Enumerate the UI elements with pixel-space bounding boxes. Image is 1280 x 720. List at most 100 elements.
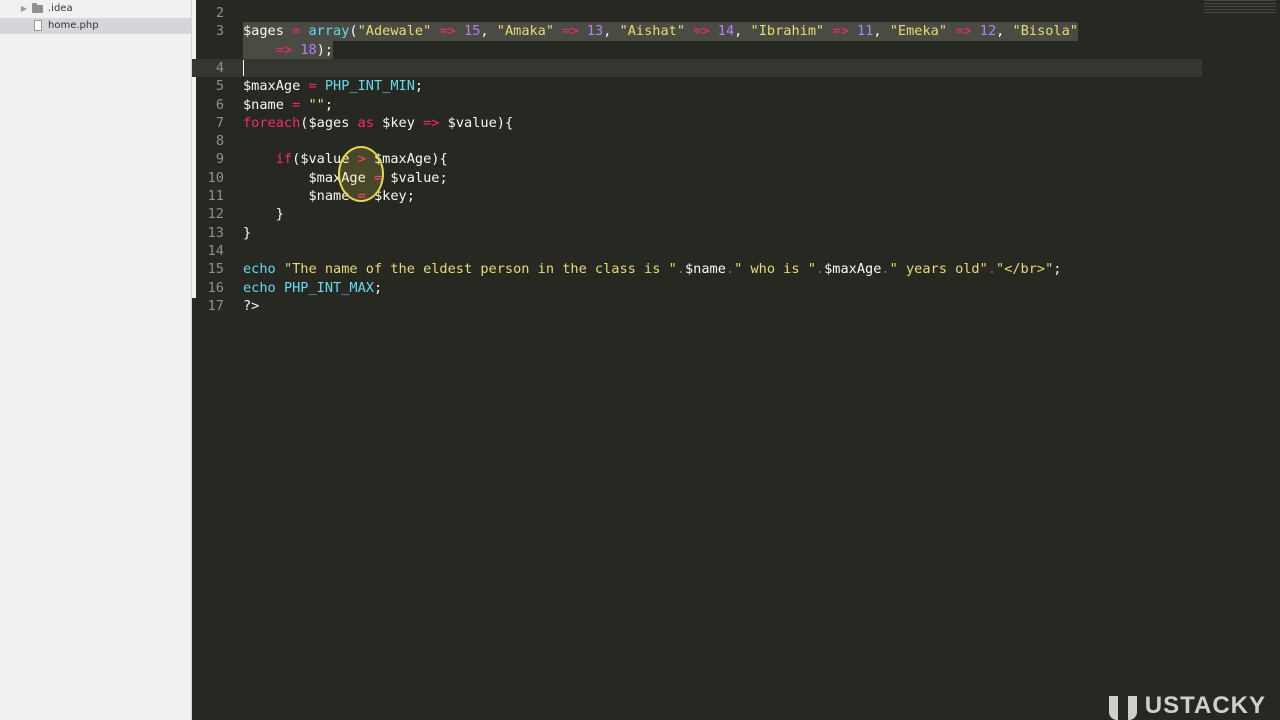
code-line[interactable]: 14: [192, 242, 1202, 260]
code-token: ;: [1053, 261, 1062, 278]
code-token: );: [316, 41, 334, 58]
code-token: =>: [955, 23, 972, 40]
line-number: 11: [207, 188, 224, 204]
code-token: ?>: [243, 297, 260, 314]
line-number: 15: [207, 261, 224, 278]
code-line[interactable]: 3 $ages = array("Adewale" => 15, "Amaka" …: [192, 22, 1202, 41]
line-number: 16: [207, 279, 224, 296]
code-text: }: [243, 224, 251, 242]
code-token: .: [676, 261, 685, 278]
code-token: .: [987, 261, 996, 278]
code-text: $name = "";: [243, 96, 333, 114]
code-token: "Amaka": [496, 23, 555, 40]
line-number: 17: [207, 297, 224, 314]
minimap[interactable]: [1204, 0, 1276, 14]
project-sidebar: ▶ .idea home.php: [0, 0, 192, 720]
line-number: 12: [207, 206, 224, 223]
code-text: ?>: [243, 297, 259, 315]
code-token: $name: [243, 96, 284, 113]
code-token: if: [275, 151, 293, 168]
code-token: 15: [464, 23, 481, 40]
tree-item-home-php[interactable]: home.php: [0, 18, 191, 34]
file-icon: [34, 20, 42, 31]
tree-item-idea-folder[interactable]: ▶ .idea: [0, 1, 191, 17]
code-token: foreach: [243, 114, 301, 131]
code-editor[interactable]: 2 3 $ages = array("Adewale" => 15, "Amaka"…: [192, 0, 1280, 720]
line-number: 4: [215, 59, 224, 76]
code-token: ;: [373, 279, 383, 296]
code-token: ){: [496, 114, 514, 131]
code-token: ,: [996, 23, 1013, 40]
disclosure-triangle-icon[interactable]: ▶: [19, 1, 29, 17]
line-number: 2: [215, 5, 224, 21]
code-token: $ages: [308, 114, 350, 131]
code-token: as: [357, 114, 374, 131]
code-line[interactable]: 16 echo PHP_INT_MAX;: [192, 279, 1202, 297]
code-token: $value: [390, 169, 440, 186]
code-text: echo "The name of the eldest person in t…: [243, 260, 1061, 278]
code-token: 14: [717, 23, 735, 40]
line-number: 3: [215, 23, 224, 40]
code-token: (: [349, 23, 358, 40]
code-text: $name = $key;: [243, 187, 414, 205]
code-token: =>: [275, 41, 293, 58]
code-token: echo: [243, 261, 276, 278]
tree-item-label: .idea: [48, 3, 73, 14]
code-line[interactable]: 2: [192, 4, 1202, 22]
line-number: 13: [207, 224, 224, 241]
code-token: "Ibrahim": [750, 23, 825, 40]
line-number: 6: [215, 96, 224, 113]
code-token: 11: [856, 23, 874, 40]
code-token: .: [815, 261, 825, 278]
code-line[interactable]: 13}: [192, 224, 1202, 242]
code-text: $maxAge = PHP_INT_MIN;: [243, 77, 423, 95]
folder-icon: [32, 3, 43, 13]
code-token: PHP_INT_MAX: [283, 279, 374, 296]
code-token: $maxAge: [243, 78, 301, 95]
code-token: PHP_INT_MIN: [324, 78, 415, 95]
ustacky-watermark: USTACKY: [1107, 692, 1266, 720]
code-line[interactable]: 12 }: [192, 205, 1202, 223]
code-token: " who is ": [734, 261, 816, 278]
code-token: "</br>": [996, 261, 1054, 278]
code-token: =>: [693, 23, 710, 40]
code-line[interactable]: 17 ?>: [192, 297, 1202, 315]
line-number: 10: [207, 169, 224, 186]
code-token: ,: [480, 23, 497, 40]
watermark-text: USTACKY: [1144, 692, 1266, 719]
code-line[interactable]: 8: [192, 132, 1202, 150]
code-token: =: [308, 78, 317, 95]
code-token: ,: [603, 23, 620, 40]
ustacky-logo-icon: [1107, 696, 1139, 720]
code-line[interactable]: 7 foreach($ages as $key => $value){: [192, 114, 1202, 132]
code-token: " years old": [889, 261, 988, 278]
code-token: "Emeka": [889, 23, 948, 40]
code-token: =>: [423, 114, 440, 131]
tree-item-label: home.php: [48, 20, 99, 31]
code-token: $name: [684, 261, 726, 278]
code-line[interactable]: 15 echo "The name of the eldest person in…: [192, 260, 1202, 278]
text-caret: [243, 59, 244, 76]
code-token: $key: [382, 114, 415, 131]
code-line[interactable]: 6 $name = "";: [192, 96, 1202, 114]
line-number: 9: [215, 151, 224, 168]
code-token: ;: [414, 78, 424, 95]
code-token: .: [725, 261, 735, 278]
code-line[interactable]: => 18);: [192, 40, 1202, 59]
code-token: "Aishat": [619, 23, 686, 40]
code-token: =>: [832, 23, 849, 40]
code-line[interactable]: 4: [192, 58, 1202, 78]
code-line[interactable]: 5 $maxAge = PHP_INT_MIN;: [192, 77, 1202, 95]
